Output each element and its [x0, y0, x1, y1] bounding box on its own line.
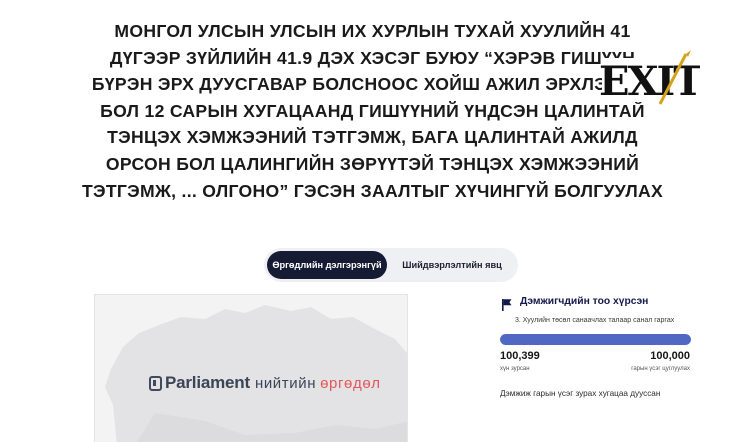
title-line: ТЭТГЭМЖ, ... ОЛГОНО” ГЭСЭН ЗААЛТЫГ ХҮЧИН… — [81, 180, 664, 201]
signatures-goal: 100,000 — [650, 350, 690, 362]
exit-watermark-logo: EXIT — [600, 50, 700, 105]
parliament-brand: Parliament — [165, 373, 250, 392]
title-line: ТЭНЦЭХ ХЭМЖЭЭНИЙ ТЭТГЭМЖ, БАГА ЦАЛИНТАЙ … — [107, 127, 638, 148]
signing-deadline-status: Дэмжиж гарын үсэг зурах хугацаа дууссан — [500, 389, 661, 398]
petition-tabs: Өргөдлийн дэлгэрэнгүй Шийдвэрлэлтийн явц — [264, 248, 518, 282]
petition-title: МОНГОЛ УЛСЫН УЛСЫН ИХ ХУРЛЫН ТУХАЙ ХУУЛИ… — [60, 18, 685, 204]
tab-decision-progress[interactable]: Шийдвэрлэлтийн явц — [391, 251, 513, 279]
flag-icon — [502, 299, 512, 311]
signatures-count: 100,399 — [500, 350, 540, 362]
title-line: ДҮГЭЭР ЗҮЙЛИЙН 41.9 ДЭХ ХЭСЭГ БУЮУ “ХЭРЭ… — [109, 47, 636, 68]
petition-category: 3. Хуулийн төсөл санаачлах талаар санал … — [515, 317, 675, 324]
title-line: ОРСОН БОЛ ЦАЛИНГИЙН ЗӨРҮҮТЭЙ ТЭНЦЭХ ХЭМЖ… — [105, 153, 640, 174]
mongolia-map-graphic — [105, 305, 407, 442]
parliament-logo: Parliament нийтийн өргөдөл — [149, 373, 381, 393]
watermark-text: EXIT — [600, 58, 700, 105]
signatures-count-caption: хүн зурсан — [500, 366, 530, 372]
signatures-goal-caption: гарын үсэг цуглуулах — [631, 366, 690, 372]
title-line: БОЛ 12 САРЫН ХУГАЦААНД ГИШҮҮНИЙ ҮНДСЭН Ц… — [100, 100, 645, 121]
supporters-reached-title: Дэмжигчдийн тоо хүрсэн — [520, 296, 649, 307]
title-line: МОНГОЛ УЛСЫН УЛСЫН ИХ ХУРЛЫН ТУХАЙ ХУУЛИ… — [114, 21, 631, 41]
progress-fill — [500, 334, 691, 345]
petition-banner-image: Parliament нийтийн өргөдөл — [94, 294, 408, 442]
banner-public-text: нийтийн — [254, 374, 317, 392]
title-line: БҮРЭН ЭРХ ДУУСГАВАР БОЛСНООС ХОЙШ АЖИЛ Э… — [91, 74, 654, 95]
banner-forum-text: өргөдөл — [320, 374, 381, 392]
signature-progress-bar — [500, 334, 691, 345]
tab-details[interactable]: Өргөдлийн дэлгэрэнгүй — [267, 251, 387, 279]
parliament-mark-icon — [149, 375, 162, 391]
